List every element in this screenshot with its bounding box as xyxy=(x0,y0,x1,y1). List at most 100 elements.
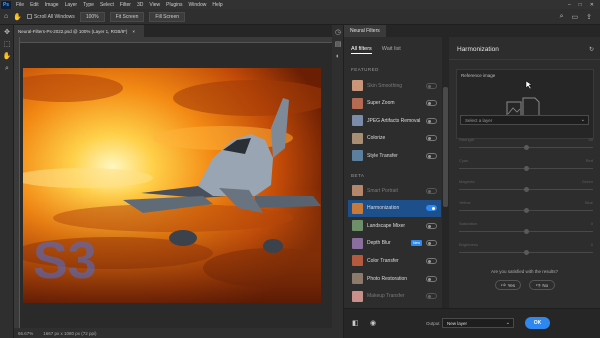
no-button[interactable]: 👎︎ No xyxy=(529,280,555,290)
filter-toggle[interactable] xyxy=(426,275,437,282)
output-dropdown[interactable]: New layer ⌄ xyxy=(442,318,514,328)
filter-row[interactable]: Smart Portrait xyxy=(348,182,441,199)
slider-label: Brightness xyxy=(459,242,478,247)
move-tool-icon[interactable]: ✥ xyxy=(2,28,12,37)
adjustment-slider[interactable]: Magenta Green xyxy=(459,179,593,195)
zoom-value-field[interactable]: 100% xyxy=(79,11,105,22)
zoom-tool-icon[interactable]: ⌕ xyxy=(2,64,12,73)
canvas-area[interactable]: S3 xyxy=(20,43,332,328)
slider-knob[interactable] xyxy=(523,166,529,171)
neural-filters-header: Neural Filters xyxy=(344,25,600,37)
filter-toggle[interactable] xyxy=(426,82,437,89)
menu-window[interactable]: Window xyxy=(186,2,210,8)
hand-tool-icon[interactable]: ✋ xyxy=(2,52,12,61)
menu-image[interactable]: Image xyxy=(42,2,62,8)
slider-knob[interactable] xyxy=(523,208,529,213)
show-original-icon[interactable]: ◧ xyxy=(352,319,359,327)
scrollbar-thumb[interactable] xyxy=(443,87,448,207)
filter-row[interactable]: Super Zoom xyxy=(348,95,441,112)
filter-toggle[interactable] xyxy=(426,257,437,264)
filter-row[interactable]: Harmonization xyxy=(348,199,441,217)
filter-row[interactable]: Landscape Mixer xyxy=(348,217,441,234)
filter-row[interactable]: Photo Restoration xyxy=(348,270,441,287)
menu-type[interactable]: Type xyxy=(80,2,97,8)
menu-plugins[interactable]: Plugins xyxy=(163,2,185,8)
filter-toggle[interactable] xyxy=(426,187,437,194)
menu-select[interactable]: Select xyxy=(97,2,117,8)
filter-toggle[interactable] xyxy=(426,135,437,142)
layers-icon[interactable]: ▤ xyxy=(334,41,342,49)
home-icon[interactable]: ⌂ xyxy=(4,13,8,20)
tab-wait-list[interactable]: Wait list xyxy=(382,46,401,54)
adjustment-slider[interactable]: Brightness 0 xyxy=(459,242,593,258)
filter-row[interactable]: JPEG Artifacts Removal xyxy=(348,112,441,129)
minimize-icon[interactable]: – xyxy=(568,2,571,8)
filter-toggle[interactable] xyxy=(426,205,437,212)
workspace-icon[interactable]: ▭ xyxy=(572,13,579,21)
slider-value: Blue xyxy=(584,200,593,205)
tab-all-filters[interactable]: All filters xyxy=(351,46,372,54)
adjustments-icon[interactable]: ◐ xyxy=(334,53,342,61)
yes-button[interactable]: 👍︎ Yes xyxy=(495,280,521,290)
slider-knob[interactable] xyxy=(523,187,529,192)
slider-knob[interactable] xyxy=(523,145,529,150)
filter-row[interactable]: Style Transfer xyxy=(348,147,441,164)
share-icon[interactable]: ⇪ xyxy=(586,13,592,21)
filter-toggle[interactable] xyxy=(426,117,437,124)
chevron-down-icon: ⌄ xyxy=(580,117,585,123)
canvas-scrollbar[interactable] xyxy=(323,43,330,328)
filter-list-scrollbar[interactable] xyxy=(442,37,449,308)
filter-row[interactable]: Colorize xyxy=(348,130,441,147)
filter-thumbnail xyxy=(352,185,363,196)
featured-section-label: FEATURED xyxy=(351,67,379,72)
filter-toggle[interactable] xyxy=(426,222,437,229)
filter-toggle[interactable] xyxy=(426,240,437,247)
close-tab-icon[interactable]: × xyxy=(132,29,135,34)
filter-row[interactable]: Skin Smoothing xyxy=(348,77,441,94)
slider-knob[interactable] xyxy=(523,229,529,234)
close-icon[interactable]: ✕ xyxy=(590,2,594,8)
checkbox-box[interactable] xyxy=(26,14,32,19)
s3-watermark: S3 xyxy=(33,232,97,290)
adjustment-slider[interactable]: Yellow Blue xyxy=(459,200,593,216)
filter-thumbnail xyxy=(352,220,363,232)
slider-knob[interactable] xyxy=(523,250,529,255)
filter-row[interactable]: Makeup Transfer xyxy=(348,288,441,305)
menu-file[interactable]: File xyxy=(13,2,27,8)
select-layer-dropdown[interactable]: Select a layer ⌄ xyxy=(460,115,589,125)
menu-help[interactable]: Help xyxy=(209,2,225,8)
menu-3d[interactable]: 3D xyxy=(134,2,146,8)
neural-filters-tab[interactable]: Neural Filters xyxy=(344,25,386,37)
scroll-all-windows-checkbox[interactable]: Scroll All Windows xyxy=(26,14,75,20)
filter-thumbnail xyxy=(352,290,363,302)
filter-toggle[interactable] xyxy=(426,100,437,107)
maximize-icon[interactable]: □ xyxy=(579,2,582,8)
menu-layer[interactable]: Layer xyxy=(62,2,81,8)
filter-toggle[interactable] xyxy=(426,152,437,159)
menu-edit[interactable]: Edit xyxy=(27,2,42,8)
fill-screen-button[interactable]: Fill Screen xyxy=(149,11,186,22)
fit-screen-button[interactable]: Fit Screen xyxy=(109,11,145,22)
reset-icon[interactable]: ↻ xyxy=(589,46,594,53)
menu-filter[interactable]: Filter xyxy=(117,2,134,8)
menu-view[interactable]: View xyxy=(146,2,163,8)
adjustment-slider[interactable]: Strength 50 xyxy=(459,137,593,153)
filter-row[interactable]: Depth Blur New xyxy=(348,235,441,252)
ok-button[interactable]: OK xyxy=(525,317,550,329)
search-icon[interactable]: ⌕ xyxy=(560,13,564,21)
window-controls: – □ ✕ xyxy=(568,2,600,8)
document-tab[interactable]: Neural-Filters-Ps-2022.psd @ 100% (Layer… xyxy=(14,25,144,37)
filter-row[interactable]: Color Transfer xyxy=(348,252,441,269)
hand-tool-icon[interactable]: ✋ xyxy=(13,13,22,21)
marquee-tool-icon[interactable]: ⬚ xyxy=(2,40,12,49)
history-icon[interactable]: ◷ xyxy=(334,29,342,37)
output-value: New layer xyxy=(447,320,468,326)
adjustment-slider[interactable]: Saturation 0 xyxy=(459,221,593,237)
slider-value: 0 xyxy=(590,221,593,226)
layer-preview-icon[interactable]: ◉ xyxy=(370,319,376,327)
divider xyxy=(449,59,600,60)
filter-settings-title: Harmonization xyxy=(457,46,499,53)
no-label: No xyxy=(542,282,549,288)
adjustment-slider[interactable]: Cyan Red xyxy=(459,158,593,174)
filter-toggle[interactable] xyxy=(426,293,437,300)
